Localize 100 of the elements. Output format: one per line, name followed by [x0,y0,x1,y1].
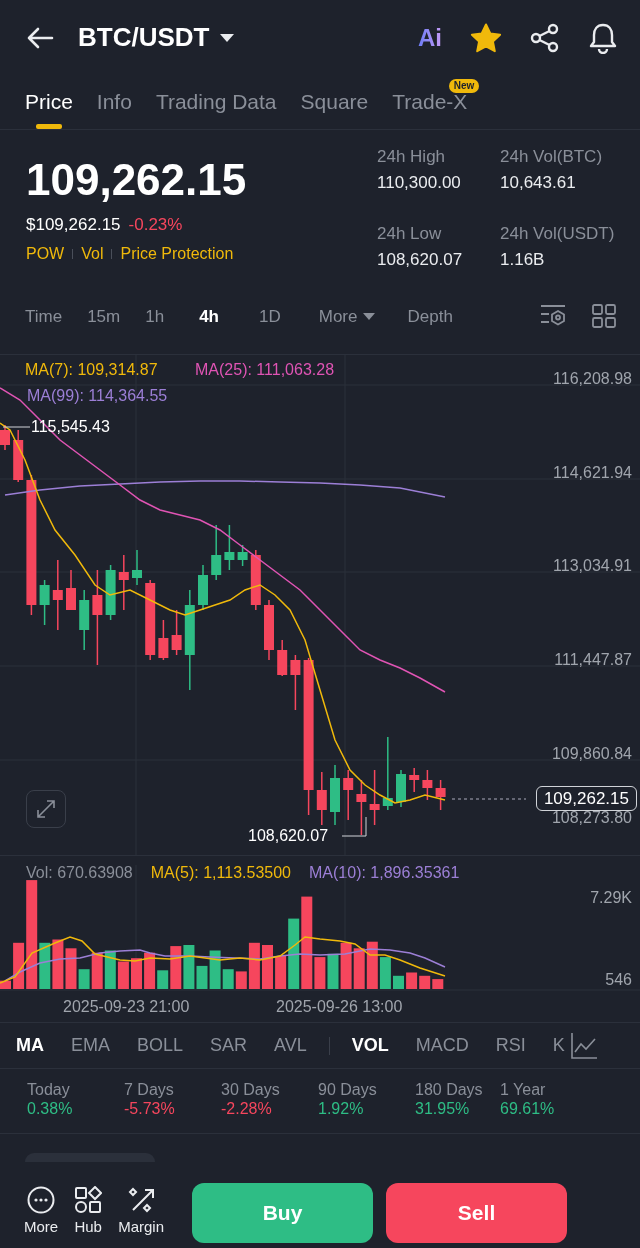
period-label: 90 Days [318,1080,378,1100]
indicator-tab[interactable]: RSI [495,1032,526,1059]
candlestick [198,564,208,611]
candlestick [52,559,63,631]
period-label: 1 Year [500,1080,547,1100]
axis-label: 116,208.98 [553,371,632,387]
candlestick [0,424,10,451]
candlestick [290,654,301,711]
expand-icon [35,798,57,820]
star-icon[interactable] [470,22,502,53]
indicator-tab[interactable]: MACD [415,1032,469,1059]
margin-button[interactable]: Margin [118,1186,165,1239]
indicator-tab[interactable]: SAR [210,1032,248,1059]
volume-bar [340,942,352,989]
indicator-tab[interactable]: VOL [351,1032,389,1059]
axis-label: 109,860.84 [551,746,632,762]
low-price-label: 108,620.07 [248,828,329,844]
volume-bar [104,950,116,989]
candlestick [316,771,327,826]
interval-tab[interactable]: 1D [259,304,281,330]
volume-legend: MA(10): 1,896.35361 [309,861,460,885]
last-price: 109,262.15 [26,156,247,205]
axis-label: 108,273.80 [551,810,632,826]
period-label: Today [27,1080,71,1100]
more-icon [27,1186,56,1215]
tag-link[interactable]: Vol [81,241,104,266]
volume-bar [117,961,129,989]
stat-value: 108,620.07 [377,248,464,271]
fiat-price: $109,262.15 [26,214,121,237]
tag-link[interactable]: POW [26,241,65,266]
stat-value: 110,300.00 [377,171,462,194]
sell-button[interactable]: Sell [386,1182,568,1243]
interval-tab[interactable]: Depth [407,304,453,330]
indicator-tab[interactable]: BOLL [137,1032,184,1059]
grid-icon[interactable] [592,304,616,328]
tag-link[interactable]: Price Protection [120,241,234,266]
candlestick [277,639,288,677]
interval-tab[interactable]: 1h [145,304,165,330]
indicator-tab[interactable]: K [552,1032,565,1059]
volume-legend: Vol: 670.63908 [26,861,133,885]
stat-value: 1.16B [500,248,546,271]
candlestick [39,579,50,626]
indicator-tab[interactable]: MA [16,1032,44,1059]
tab[interactable]: Info [96,74,132,130]
hub-button[interactable]: Hub [74,1186,103,1239]
last-price-tag: 109,262.15 [535,786,637,811]
pair-selector[interactable]: BTC/USDT [78,18,236,57]
indicator-legend: MA(25): 111,063.28 [195,362,335,378]
dropdown-button[interactable]: More [318,304,376,330]
margin-icon [127,1186,156,1215]
candlestick [422,769,433,801]
candlestick [118,554,129,611]
back-icon[interactable] [26,26,54,49]
candlestick [13,429,24,483]
volume-bar [419,975,431,989]
candlestick [211,524,222,581]
stat-label: 24h Low [377,223,443,245]
interval-tab[interactable]: Time [25,304,63,330]
interval-tab[interactable]: 4h [199,304,219,330]
period-label: 30 Days [221,1080,281,1100]
candlestick [435,779,446,811]
period-change: -5.73% [124,1099,176,1120]
tab[interactable]: Trading Data [155,74,277,130]
volume-bar [52,939,64,989]
volume-bar [262,945,273,989]
tab[interactable]: Price [25,74,73,130]
candlestick [171,609,182,656]
period-change: 69.61% [500,1099,556,1120]
more-button[interactable]: More [24,1186,59,1239]
indicator-legend: MA(7): 109,314.87 [25,362,158,378]
share-icon[interactable] [530,22,560,53]
candlestick [409,767,420,793]
axis-label: 113,034.91 [553,558,632,574]
candlestick [132,549,142,586]
candlestick [343,769,354,821]
tab[interactable]: Square [300,74,369,130]
caret-icon [219,32,236,43]
indicator-tab[interactable]: EMA [71,1032,110,1059]
volume-bar [353,948,365,989]
stat-value: 10,643.61 [500,171,577,194]
candlestick [250,549,261,611]
bell-icon[interactable] [588,21,618,54]
interval-tab[interactable]: 15m [87,304,121,330]
caret-icon [363,312,376,321]
chart-settings-icon[interactable] [540,304,566,326]
candlestick [237,544,248,567]
candlestick [369,769,380,826]
candlestick [79,589,90,651]
period-change: -2.28% [221,1099,273,1120]
candlestick [330,764,340,826]
period-change: 1.92% [318,1099,365,1120]
volume-bar [327,953,339,989]
indicator-tab[interactable]: AVL [274,1032,307,1059]
hub-icon [74,1186,103,1215]
price-change: -0.23% [128,214,183,237]
expand-button[interactable] [26,790,66,828]
volume-bar [393,975,404,989]
candlestick [158,619,169,661]
candlestick [264,599,274,661]
candlestick [105,564,116,621]
